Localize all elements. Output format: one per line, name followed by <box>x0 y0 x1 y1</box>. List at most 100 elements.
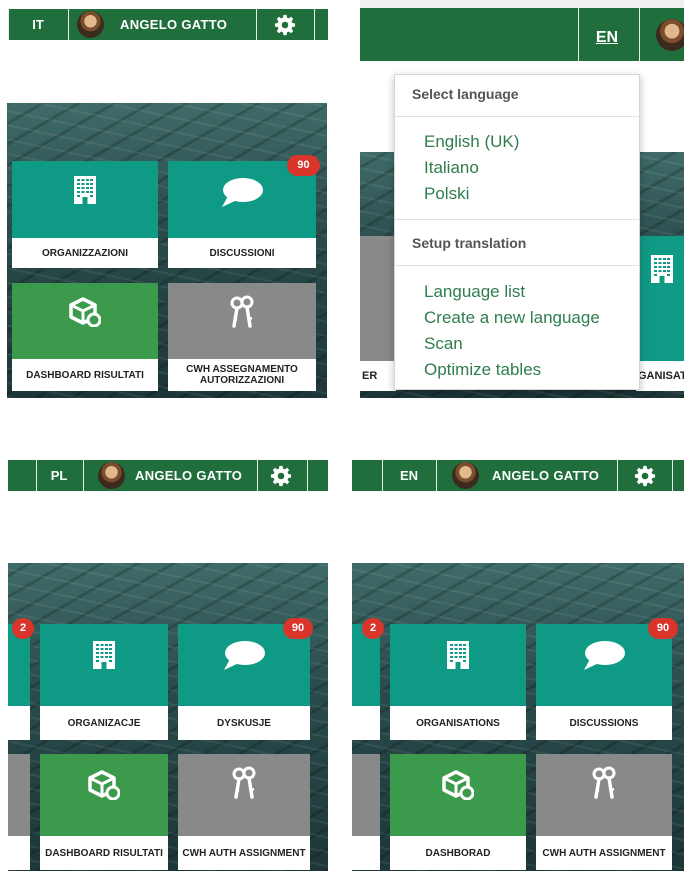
browser-edge <box>360 0 684 8</box>
separator <box>578 8 579 61</box>
user-name[interactable]: ANGELO GATTO <box>120 9 227 40</box>
tile-label: CWH AUTH ASSIGNMENT <box>536 836 672 870</box>
keys-icon <box>231 766 257 800</box>
notification-badge: 2 <box>362 618 384 639</box>
top-bar: IT ANGELO GATTO <box>8 9 328 40</box>
tile-discussions[interactable]: DYSKUSJE <box>178 624 310 740</box>
divider <box>395 265 639 266</box>
notification-badge: 90 <box>287 155 320 176</box>
separator <box>83 460 84 491</box>
tile-label: DASHBOARD RISULTATI <box>12 359 158 391</box>
tile-label: CWH ASSEGNAMENTO AUTORIZZAZIONI <box>168 359 316 391</box>
tile-dashboard[interactable]: DASHBORAD <box>390 754 526 870</box>
language-dropdown: Select language English (UK) Italiano Po… <box>394 74 640 390</box>
keys-icon <box>591 766 617 800</box>
tile-auth-assignment[interactable]: CWH ASSEGNAMENTO AUTORIZZAZIONI <box>168 283 316 391</box>
tile-partial-left[interactable] <box>8 624 30 740</box>
avatar[interactable] <box>656 19 684 51</box>
gear-icon[interactable] <box>634 465 656 487</box>
setup-list: Language list Create a new language Scan… <box>424 279 600 383</box>
tile-partial-left[interactable]: ER <box>360 236 396 391</box>
tile-label: CWH AUTH ASSIGNMENT <box>178 836 310 870</box>
separator <box>617 460 618 491</box>
avatar[interactable] <box>98 462 125 489</box>
tile-label <box>8 706 30 740</box>
menu-item-optimize-tables[interactable]: Optimize tables <box>424 357 600 383</box>
separator <box>257 460 258 491</box>
language-selector[interactable]: IT <box>18 9 58 40</box>
language-selector[interactable]: PL <box>44 460 74 491</box>
select-language-heading: Select language <box>412 86 519 102</box>
tile-label: DISCUSSIONI <box>168 238 316 268</box>
building-icon <box>73 175 97 205</box>
separator <box>8 9 9 40</box>
notification-badge: 2 <box>12 618 34 639</box>
tile-auth-assignment[interactable]: CWH AUTH ASSIGNMENT <box>178 754 310 870</box>
tile-label: DYSKUSJE <box>178 706 310 740</box>
tile-partial-left[interactable] <box>352 624 380 740</box>
tile-discussions[interactable]: DISCUSSIONI <box>168 161 316 268</box>
tile-discussions[interactable]: DISCUSSIONS <box>536 624 672 740</box>
tile-label: DASHBOARD RISULTATI <box>40 836 168 870</box>
panel-it: IT ANGELO GATTO ORGANIZZAZIONI DISCUSSIO… <box>0 0 330 400</box>
separator <box>36 460 37 491</box>
menu-item-create-language[interactable]: Create a new language <box>424 305 600 331</box>
separator <box>307 460 308 491</box>
top-bar: EN ANGELO GATTO <box>352 460 684 491</box>
divider <box>395 116 639 117</box>
box-settings-icon <box>88 770 120 800</box>
building-icon <box>650 254 674 284</box>
keys-icon <box>229 295 255 329</box>
tile-partial-right[interactable]: GANISAT <box>636 236 684 391</box>
tile-partial-left[interactable] <box>8 754 30 870</box>
divider <box>395 219 639 220</box>
tile-label: ER <box>360 361 396 391</box>
box-settings-icon <box>442 770 474 800</box>
notification-badge: 90 <box>283 618 313 639</box>
separator <box>68 9 69 40</box>
avatar[interactable] <box>77 11 104 38</box>
menu-item-english[interactable]: English (UK) <box>424 129 519 155</box>
building-icon <box>92 640 116 670</box>
tile-label: DISCUSSIONS <box>536 706 672 740</box>
user-name[interactable]: ANGELO GATTO <box>135 460 242 491</box>
gear-icon[interactable] <box>270 465 292 487</box>
panel-pl: PL ANGELO GATTO 2 ORGANIZACJE DYSKUSJE 9… <box>0 450 330 873</box>
tile-label: ORGANIZZAZIONI <box>12 238 158 268</box>
tile-auth-assignment[interactable]: CWH AUTH ASSIGNMENT <box>536 754 672 870</box>
tile-partial-left[interactable] <box>352 754 380 870</box>
notification-badge: 90 <box>648 618 678 639</box>
separator <box>382 460 383 491</box>
tile-dashboard[interactable]: DASHBOARD RISULTATI <box>12 283 158 391</box>
top-bar: EN <box>360 8 684 61</box>
menu-item-italiano[interactable]: Italiano <box>424 155 519 181</box>
separator <box>436 460 437 491</box>
language-selector[interactable]: EN <box>592 8 622 61</box>
tile-label: ORGANISATIONS <box>390 706 526 740</box>
separator <box>256 9 257 40</box>
tile-label: GANISAT <box>636 361 684 391</box>
separator <box>314 9 315 40</box>
tile-organizations[interactable]: ORGANIZZAZIONI <box>12 161 158 268</box>
user-name[interactable]: ANGELO GATTO <box>492 460 599 491</box>
avatar[interactable] <box>452 462 479 489</box>
tile-dashboard[interactable]: DASHBOARD RISULTATI <box>40 754 168 870</box>
language-selector[interactable]: EN <box>392 460 426 491</box>
chat-bubble-icon <box>220 177 264 209</box>
chat-bubble-icon <box>582 640 626 672</box>
menu-item-polski[interactable]: Polski <box>424 181 519 207</box>
language-list: English (UK) Italiano Polski <box>424 129 519 207</box>
separator <box>672 460 673 491</box>
menu-item-language-list[interactable]: Language list <box>424 279 600 305</box>
tile-label <box>352 706 380 740</box>
tile-label: ORGANIZACJE <box>40 706 168 740</box>
setup-translation-heading: Setup translation <box>412 235 527 251</box>
gear-icon[interactable] <box>274 14 296 36</box>
tile-organizations[interactable]: ORGANISATIONS <box>390 624 526 740</box>
building-icon <box>446 640 470 670</box>
tile-organizations[interactable]: ORGANIZACJE <box>40 624 168 740</box>
menu-item-scan[interactable]: Scan <box>424 331 600 357</box>
panel-language-menu: EN ER GANISAT Select language English (U… <box>352 0 684 400</box>
box-settings-icon <box>69 297 101 327</box>
tile-label: DASHBORAD <box>390 836 526 870</box>
